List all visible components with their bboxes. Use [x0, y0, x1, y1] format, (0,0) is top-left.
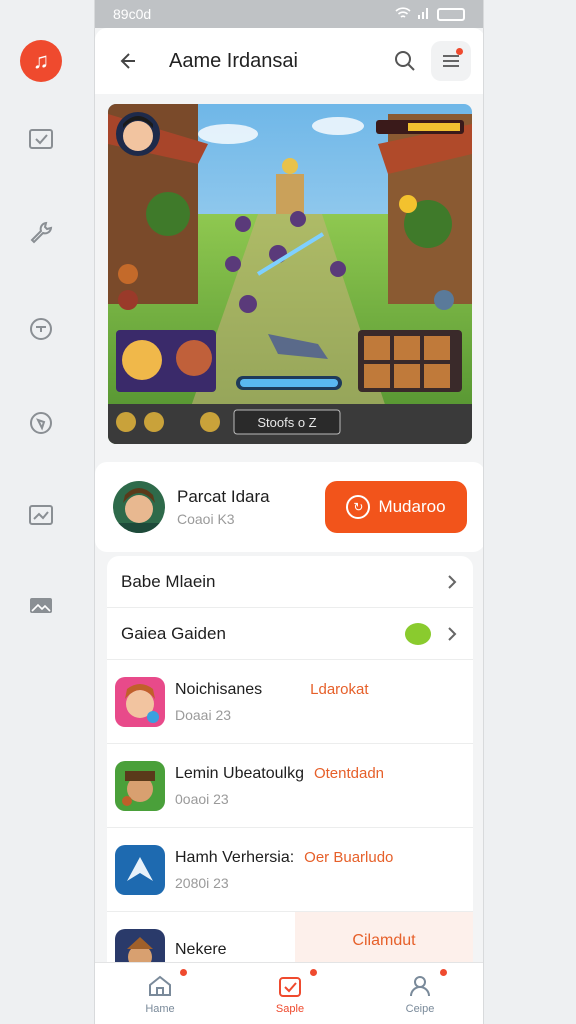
game-title: Lemin Ubeatoulkg [175, 764, 304, 782]
search-button[interactable] [385, 41, 425, 81]
game-tag: Ldarokat [310, 680, 369, 698]
search-icon [395, 51, 415, 71]
tab-profile[interactable]: Ceipe [355, 963, 483, 1024]
game-row[interactable]: Hamh Verhersia: Oer Buarludo 2080i 23 [107, 828, 473, 912]
menu-row-label: Babe Mlaein [121, 571, 216, 591]
tab-label: Hame [145, 1003, 175, 1015]
gallery-icon[interactable] [20, 584, 62, 626]
notification-dot [310, 969, 317, 976]
tab-label: Ceipe [405, 1003, 435, 1015]
tab-home[interactable]: Hame [95, 963, 225, 1024]
player-name: Parcat Idara [177, 487, 270, 506]
left-rail: ♫ [0, 0, 84, 1024]
compass-icon[interactable] [20, 402, 62, 444]
menu-row-label: Gaiea Gaiden [121, 623, 226, 643]
play-button[interactable]: ↻ Mudaroo [325, 481, 467, 533]
tab-saple[interactable]: Saple [225, 963, 355, 1024]
arrow-left-icon [120, 53, 135, 69]
wrench-icon[interactable] [20, 212, 62, 254]
status-time: 89c0d [113, 6, 152, 22]
game-tag: Oer Buarludo [304, 848, 394, 866]
chevron-right-icon [445, 574, 459, 589]
game-thumbnail [115, 676, 165, 727]
play-button-label: Mudaroo [378, 497, 446, 516]
menu-row-babe[interactable]: Babe Mlaein [107, 556, 473, 608]
page-title: Aame Irdansai [169, 49, 298, 72]
game-subtitle: 0oaoi 23 [175, 790, 229, 807]
wifi-icon [395, 6, 411, 23]
chat-bubble-icon [405, 622, 431, 645]
game-title: Hamh Verhersia: [175, 848, 295, 866]
tab-label: Saple [275, 1003, 305, 1015]
phone-screen: 89c0d Aame Irdansai Stoofs o Z Parcat Id… [94, 0, 484, 1024]
menu-button[interactable] [431, 41, 471, 81]
back-button[interactable] [109, 43, 145, 79]
game-list: Babe Mlaein Gaiea Gaiden Noichisanes Ldar… [107, 556, 473, 976]
player-card: Parcat Idara Coaoi K3 ↻ Mudaroo [95, 462, 483, 552]
home-icon [149, 975, 171, 996]
app-header: Aame Irdansai [95, 28, 483, 94]
game-subtitle: Doaai 23 [175, 706, 232, 723]
status-bar: 89c0d [95, 0, 483, 28]
music-app-icon[interactable]: ♫ [20, 40, 62, 82]
game-thumbnail [115, 844, 165, 895]
clock-icon[interactable] [20, 308, 62, 350]
game-subtitle: 2080i 23 [175, 874, 229, 891]
game-thumbnail [115, 760, 165, 811]
notification-dot [180, 969, 187, 976]
game-screenshot[interactable]: Stoofs o Z [108, 104, 472, 444]
checkbox-icon[interactable] [20, 118, 62, 160]
game-title: Nekere [175, 940, 227, 958]
user-icon [410, 976, 430, 997]
game-title: Noichisanes [175, 680, 263, 698]
chevron-right-icon [445, 626, 459, 641]
game-score-label: Stoofs o Z [257, 415, 316, 430]
refresh-icon: ↻ [346, 495, 371, 519]
game-tag: Cilamdut [352, 932, 416, 949]
game-tag: Otentdadn [313, 764, 385, 782]
menu-row-gaiea[interactable]: Gaiea Gaiden [107, 608, 473, 660]
image-icon[interactable] [20, 494, 62, 536]
game-row[interactable]: Lemin Ubeatoulkg Otentdadn 0oaoi 23 [107, 744, 473, 828]
notification-dot [456, 48, 463, 55]
game-row[interactable]: Noichisanes Ldarokat Doaai 23 [107, 660, 473, 744]
player-subtitle: Coaoi K3 [177, 511, 235, 527]
menu-icon [443, 55, 459, 67]
notification-dot [440, 969, 447, 976]
player-avatar[interactable] [113, 481, 165, 533]
battery-icon [437, 7, 465, 21]
signal-icon [417, 6, 431, 22]
bottom-tab-bar: Hame Saple Ceipe [95, 962, 483, 1024]
gamepad-icon [279, 977, 301, 997]
